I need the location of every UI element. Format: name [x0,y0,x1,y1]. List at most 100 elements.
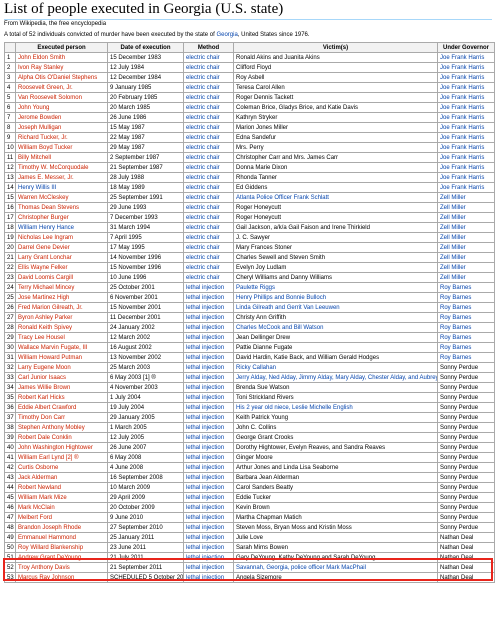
cell-executed-person[interactable]: Darrel Gene Devier [15,242,108,253]
cell-executed-person[interactable]: Larry Eugene Moon [15,362,108,373]
cell-governor[interactable]: Joe Frank Harris [437,82,495,93]
cell-execution-method[interactable]: lethal injection [183,362,234,373]
cell-executed-person[interactable]: James E. Messer, Jr. [15,172,108,183]
cell-execution-method[interactable]: lethal injection [183,292,234,303]
cell-executed-person[interactable]: Robert Karl Hicks [15,392,108,403]
cell-execution-method[interactable]: electric chair [183,102,234,113]
cell-executed-person[interactable]: Troy Anthony Davis [15,562,108,573]
cell-execution-method[interactable]: lethal injection [183,552,234,563]
cell-executed-person[interactable]: Ivon Ray Stanley [15,62,108,73]
cell-governor[interactable]: Joe Frank Harris [437,182,495,193]
cell-executed-person[interactable]: Nicholas Lee Ingram [15,232,108,243]
cell-executed-person[interactable]: Carl Junior Isaacs [15,372,108,383]
cell-execution-method[interactable]: lethal injection [183,332,234,343]
cell-executed-person[interactable]: Henry Willis III [15,182,108,193]
cell-execution-method[interactable]: lethal injection [183,312,234,323]
cell-governor[interactable]: Joe Frank Harris [437,132,495,143]
cell-governor[interactable]: Joe Frank Harris [437,72,495,83]
cell-execution-method[interactable]: lethal injection [183,532,234,543]
cell-execution-method[interactable]: lethal injection [183,422,234,433]
cell-execution-method[interactable]: lethal injection [183,282,234,293]
cell-governor[interactable]: Zell Miller [437,252,495,263]
cell-execution-method[interactable]: electric chair [183,82,234,93]
cell-governor[interactable]: Zell Miller [437,242,495,253]
cell-execution-method[interactable]: lethal injection [183,402,234,413]
cell-executed-person[interactable]: Christopher Burger [15,212,108,223]
cell-execution-method[interactable]: lethal injection [183,432,234,443]
cell-executed-person[interactable]: Jack Alderman [15,472,108,483]
cell-execution-method[interactable]: electric chair [183,182,234,193]
cell-executed-person[interactable]: Stephen Anthony Mobley [15,422,108,433]
cell-execution-method[interactable]: electric chair [183,92,234,103]
cell-executed-person[interactable]: Ronald Keith Spivey [15,322,108,333]
col-header-executed-person[interactable]: Executed person [15,42,108,53]
cell-governor[interactable]: Zell Miller [437,222,495,233]
cell-executed-person[interactable]: Andrew Grant DeYoung [15,552,108,563]
cell-governor[interactable]: Joe Frank Harris [437,142,495,153]
cell-executed-person[interactable]: Curtis Osborne [15,462,108,473]
cell-executed-person[interactable]: Wallace Marvin Fugate, III [15,342,108,353]
cell-executed-person[interactable]: Marcus Ray Johnson [15,572,108,583]
cell-executed-person[interactable]: William Mark Mize [15,492,108,503]
cell-victims[interactable]: Linda Gilreath and Gerrit Van Leeuwen [233,302,438,313]
cell-governor[interactable]: Zell Miller [437,232,495,243]
cell-governor[interactable]: Roy Barnes [437,332,495,343]
cell-execution-method[interactable]: lethal injection [183,352,234,363]
cell-execution-method[interactable]: lethal injection [183,492,234,503]
cell-executed-person[interactable]: Van Roosevelt Solomon [15,92,108,103]
col-header-victims[interactable]: Victim(s) [233,42,438,53]
cell-executed-person[interactable]: Roosevelt Green, Jr. [15,82,108,93]
cell-governor[interactable]: Zell Miller [437,272,495,283]
cell-executed-person[interactable]: John Eldon Smith [15,52,108,63]
cell-governor[interactable]: Zell Miller [437,202,495,213]
cell-governor[interactable]: Joe Frank Harris [437,152,495,163]
cell-victims[interactable]: Atlanta Police Officer Frank Schlatt [233,192,438,203]
col-header-method[interactable]: Method [183,42,234,53]
georgia-link[interactable]: Georgia [216,32,237,38]
cell-governor[interactable]: Roy Barnes [437,292,495,303]
cell-governor[interactable]: Joe Frank Harris [437,62,495,73]
cell-execution-method[interactable]: lethal injection [183,302,234,313]
cell-execution-method[interactable]: lethal injection [183,502,234,513]
cell-executed-person[interactable]: Ellis Wayne Felker [15,262,108,273]
cell-executed-person[interactable]: Robert Dale Conklin [15,432,108,443]
cell-victims[interactable]: Jerry Alday, Ned Alday, Jimmy Alday, Mar… [233,372,438,383]
cell-execution-method[interactable]: electric chair [183,142,234,153]
cell-execution-method[interactable]: lethal injection [183,472,234,483]
cell-executed-person[interactable]: Larry Grant Lonchar [15,252,108,263]
cell-executed-person[interactable]: James Willie Brown [15,382,108,393]
cell-executed-person[interactable]: Melbert Ford [15,512,108,523]
cell-victims[interactable]: Savannah, Georgia, police officer Mark M… [233,562,438,573]
cell-execution-method[interactable]: electric chair [183,232,234,243]
cell-governor[interactable]: Joe Frank Harris [437,122,495,133]
col-header-date[interactable]: Date of execution [107,42,184,53]
cell-governor[interactable]: Roy Barnes [437,312,495,323]
cell-execution-method[interactable]: electric chair [183,222,234,233]
cell-governor[interactable]: Joe Frank Harris [437,92,495,103]
cell-victims[interactable]: Charles McCook and Bill Watson [233,322,438,333]
cell-governor[interactable]: Zell Miller [437,262,495,273]
cell-execution-method[interactable]: electric chair [183,72,234,83]
cell-execution-method[interactable]: lethal injection [183,512,234,523]
cell-executed-person[interactable]: Timothy Don Carr [15,412,108,423]
cell-execution-method[interactable]: electric chair [183,62,234,73]
col-header-number[interactable] [4,42,16,53]
cell-executed-person[interactable]: William Boyd Tucker [15,142,108,153]
cell-execution-method[interactable]: electric chair [183,172,234,183]
cell-execution-method[interactable]: lethal injection [183,562,234,573]
cell-execution-method[interactable]: lethal injection [183,482,234,493]
cell-executed-person[interactable]: John Washington Hightower [15,442,108,453]
col-header-governor[interactable]: Under Governor [437,42,495,53]
cell-execution-method[interactable]: electric chair [183,262,234,273]
cell-execution-method[interactable]: electric chair [183,192,234,203]
cell-execution-method[interactable]: lethal injection [183,462,234,473]
cell-executed-person[interactable]: Fred Marion Gilreath, Jr. [15,302,108,313]
cell-execution-method[interactable]: lethal injection [183,542,234,553]
cell-executed-person[interactable]: Mark McClain [15,502,108,513]
cell-victims[interactable]: Henry Phillips and Bonnie Bulloch [233,292,438,303]
cell-executed-person[interactable]: Joseph Mulligan [15,122,108,133]
cell-governor[interactable]: Joe Frank Harris [437,102,495,113]
cell-executed-person[interactable]: William Howard Putman [15,352,108,363]
cell-execution-method[interactable]: lethal injection [183,392,234,403]
cell-execution-method[interactable]: electric chair [183,242,234,253]
